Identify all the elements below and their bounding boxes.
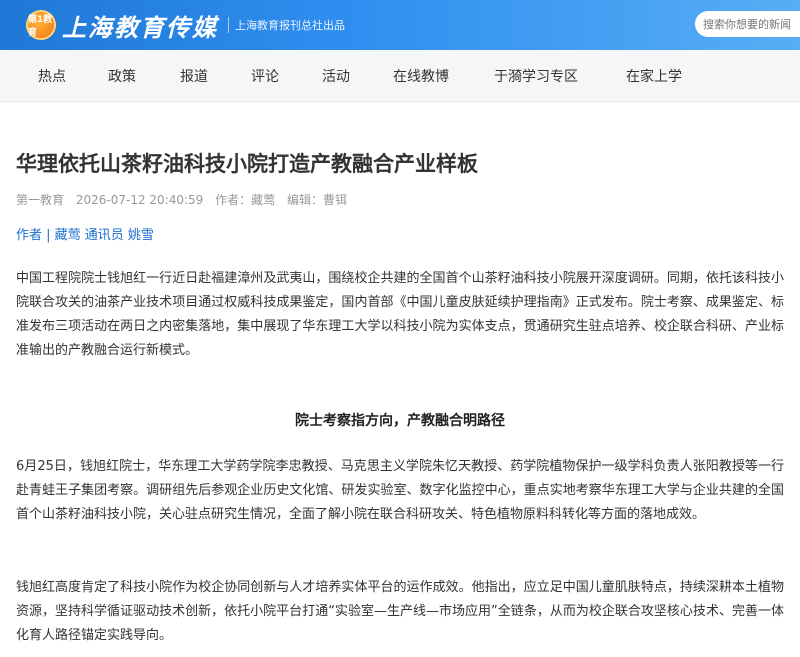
article-datetime: 2026-07-12 20:40:59 — [75, 193, 204, 207]
nav-item-yuyi-zone[interactable]: 于漪学习专区 — [494, 66, 578, 86]
article-paragraph-1: 6月25日，钱旭红院士，华东理工大学药学院李忠教授、马克思主义学院朱忆天教授、药… — [16, 459, 784, 522]
article-paragraph-2: 钱旭红高度肯定了科技小院作为校企协同创新与人才培养实体平台的运作成效。他指出，应… — [16, 580, 784, 643]
site-logo[interactable]: 第1教育 上海教育传媒 上海教育报刊总社出品 — [26, 8, 345, 42]
nav-item-activity[interactable]: 活动 — [322, 66, 350, 86]
article-editor: 编辑：曹铒 — [286, 193, 347, 207]
main-nav: 热点 政策 报道 评论 活动 在线教博 于漪学习专区 在家上学 — [0, 50, 800, 102]
article-byline: 作者 | 藏莺 通讯员 姚雪 — [16, 228, 154, 243]
article-source: 第一教育 — [16, 193, 65, 207]
section-heading: 院士考察指方向，产教融合明路径 — [295, 413, 505, 429]
nav-item-report[interactable]: 报道 — [180, 66, 208, 86]
nav-item-comment[interactable]: 评论 — [251, 66, 279, 86]
article-intro: 中国工程院院士钱旭红一行近日赴福建漳州及武夷山，围绕校企共建的全国首个山茶籽油科… — [16, 271, 784, 358]
logo-title: 上海教育传媒 — [62, 12, 218, 42]
article-author: 作者：藏莺 — [215, 193, 276, 207]
logo-subtitle: 上海教育报刊总社出品 — [228, 17, 345, 33]
nav-item-policy[interactable]: 政策 — [108, 66, 136, 86]
article-title: 华理依托山茶籽油科技小院打造产教融合产业样板 — [16, 152, 478, 176]
article-meta: 第一教育 2026-07-12 20:40:59 作者：藏莺 编辑：曹铒 — [16, 191, 355, 208]
nav-item-home-school[interactable]: 在家上学 — [626, 66, 682, 86]
search-input[interactable] — [695, 11, 800, 37]
nav-item-online-expo[interactable]: 在线教博 — [393, 66, 449, 86]
nav-item-hot[interactable]: 热点 — [38, 66, 66, 86]
site-header: 第1教育 上海教育传媒 上海教育报刊总社出品 — [0, 0, 800, 50]
logo-badge: 第1教育 — [26, 10, 56, 40]
